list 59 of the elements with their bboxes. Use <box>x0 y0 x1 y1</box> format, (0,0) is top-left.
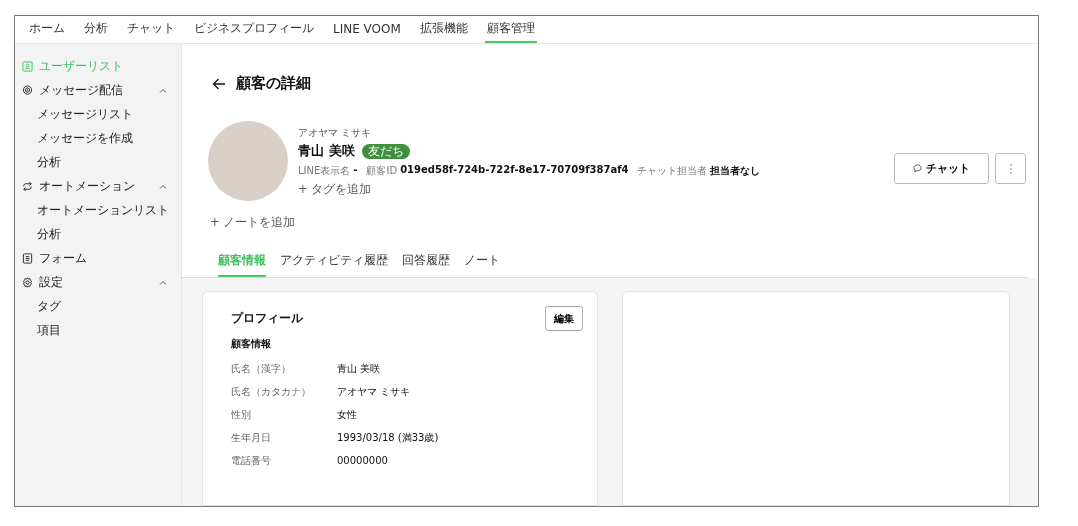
more-button[interactable] <box>995 153 1026 184</box>
customer-name: 青山 美咲 <box>298 142 355 160</box>
field-value: 00000000 <box>337 455 388 466</box>
field-label: 性別 <box>231 407 252 422</box>
field-label: 生年月日 <box>231 430 272 445</box>
field-value: 青山 美咲 <box>337 361 381 376</box>
chevron-icon[interactable] <box>159 183 167 189</box>
meta-value: - <box>353 164 358 177</box>
edit-button[interactable]: 編集 <box>544 306 583 331</box>
chat-bubble-icon <box>913 164 922 173</box>
sidebar-item[interactable]: メッセージ配信 <box>15 78 181 102</box>
sidebar-item[interactable]: フォーム <box>15 246 181 270</box>
field-label: 氏名（カタカナ） <box>231 384 312 399</box>
field-value: アオヤマ ミサキ <box>337 384 411 399</box>
nav-tab[interactable]: 分析 <box>82 16 110 43</box>
nav-tab[interactable]: ホーム <box>27 16 67 43</box>
sidebar-item[interactable]: 分析 <box>15 150 181 174</box>
sidebar-item[interactable]: 分析 <box>15 222 181 246</box>
sidebar-item[interactable]: オートメーション <box>15 174 181 198</box>
field-value: 1993/03/18 (満33歳) <box>337 430 439 445</box>
nav-tab[interactable]: LINE VOOM <box>331 16 403 43</box>
sidebar-item[interactable]: メッセージを作成 <box>15 126 181 150</box>
loop-icon <box>22 180 33 192</box>
chevron-icon[interactable] <box>159 279 167 285</box>
nav-tab[interactable]: 顧客管理 <box>484 16 537 43</box>
meta-label: 顧客ID <box>366 164 398 178</box>
form-icon <box>22 252 33 264</box>
meta-value: 019ed58f-724b-722f-8e17-70709f387af4 <box>400 164 629 177</box>
sidebar-item[interactable]: タグ <box>15 294 181 318</box>
add-tag-link[interactable]: + タグを追加 <box>298 182 894 197</box>
kebab-icon <box>1009 163 1012 174</box>
field-label: 電話番号 <box>231 453 272 468</box>
meta-label: チャット担当者 <box>637 164 708 178</box>
field-label: 氏名（漢字） <box>231 361 292 376</box>
chat-button[interactable]: チャット <box>894 153 989 184</box>
section-heading: 顧客情報 <box>231 337 272 351</box>
tab[interactable]: ノート <box>464 252 500 277</box>
tab[interactable]: アクティビティ履歴 <box>280 252 388 277</box>
broadcast-icon <box>22 84 33 96</box>
add-note-link[interactable]: + ノートを追加 <box>210 215 1038 230</box>
meta-value: 担当者なし <box>710 164 761 178</box>
nav-tab[interactable]: ビジネスプロフィール <box>192 16 316 43</box>
sidebar-item[interactable]: オートメーションリスト <box>15 198 181 222</box>
field-value: 女性 <box>337 407 357 422</box>
customer-kana: アオヤマ ミサキ <box>298 126 373 140</box>
back-arrow-icon[interactable] <box>212 77 226 90</box>
settings-icon <box>22 276 33 288</box>
nav-tab[interactable]: 拡張機能 <box>417 16 470 43</box>
tab[interactable]: 回答履歴 <box>402 252 450 277</box>
page-title: 顧客の詳細 <box>236 74 311 93</box>
sidebar-item[interactable]: 項目 <box>15 318 181 342</box>
nav-tab[interactable]: チャット <box>125 16 177 43</box>
sidebar-item[interactable]: 設定 <box>15 270 181 294</box>
chevron-icon[interactable] <box>159 87 167 93</box>
meta-label: LINE表示名 <box>298 164 351 178</box>
friend-badge: 友だち <box>361 143 410 159</box>
user-list-icon <box>22 60 33 72</box>
sidebar-item[interactable]: メッセージリスト <box>15 102 181 126</box>
card-title: プロフィール <box>231 311 303 326</box>
